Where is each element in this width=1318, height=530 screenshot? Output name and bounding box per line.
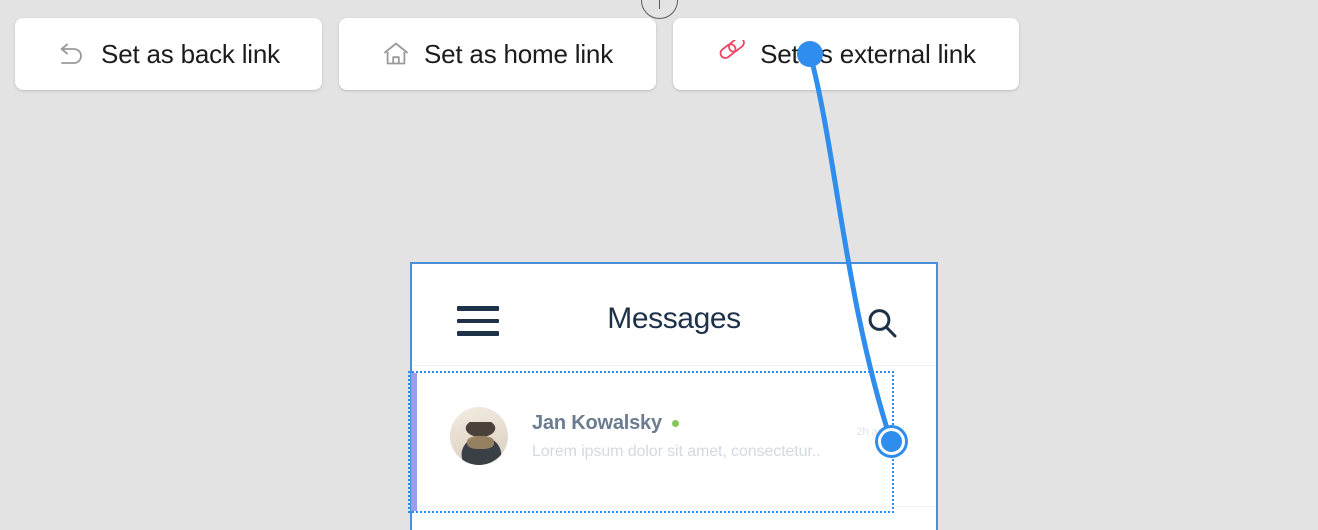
set-as-back-link-button[interactable]: Set as back link (15, 18, 322, 90)
set-as-home-link-button[interactable]: Set as home link (339, 18, 656, 90)
set-as-home-link-label: Set as home link (423, 39, 613, 69)
set-as-external-link-button[interactable]: Set as external link (673, 18, 1019, 90)
avatar-scarf (467, 436, 495, 449)
context-toolbar: Set as back link Set as home link Set as… (0, 0, 1318, 110)
chain-link-icon (716, 40, 746, 68)
set-as-back-link-label: Set as back link (101, 39, 280, 69)
list-item-preview: Lorem ipsum dolor sit amet, consectetur.… (532, 443, 821, 460)
set-as-external-link-label: Set as external link (760, 39, 976, 69)
u-turn-arrow-icon (57, 41, 87, 67)
list-divider (412, 506, 936, 507)
online-status-dot (671, 419, 679, 427)
avatar (450, 407, 508, 465)
home-icon (382, 40, 410, 68)
list-item[interactable]: Jan Kowalsky Lorem ipsum dolor sit amet,… (412, 366, 936, 506)
search-icon[interactable] (865, 306, 899, 340)
page-title: Messages (607, 302, 741, 335)
list-item-name: Jan Kowalsky (532, 412, 662, 434)
circle-handle-icon[interactable] (641, 0, 678, 19)
phone-appbar: Messages (412, 264, 936, 366)
phone-preview-frame[interactable]: Messages Jan Kowalsky Lorem ipsum dolor … (410, 262, 938, 530)
list-item-timestamp: 2h ago (856, 426, 890, 438)
handle-stem (658, 0, 661, 9)
